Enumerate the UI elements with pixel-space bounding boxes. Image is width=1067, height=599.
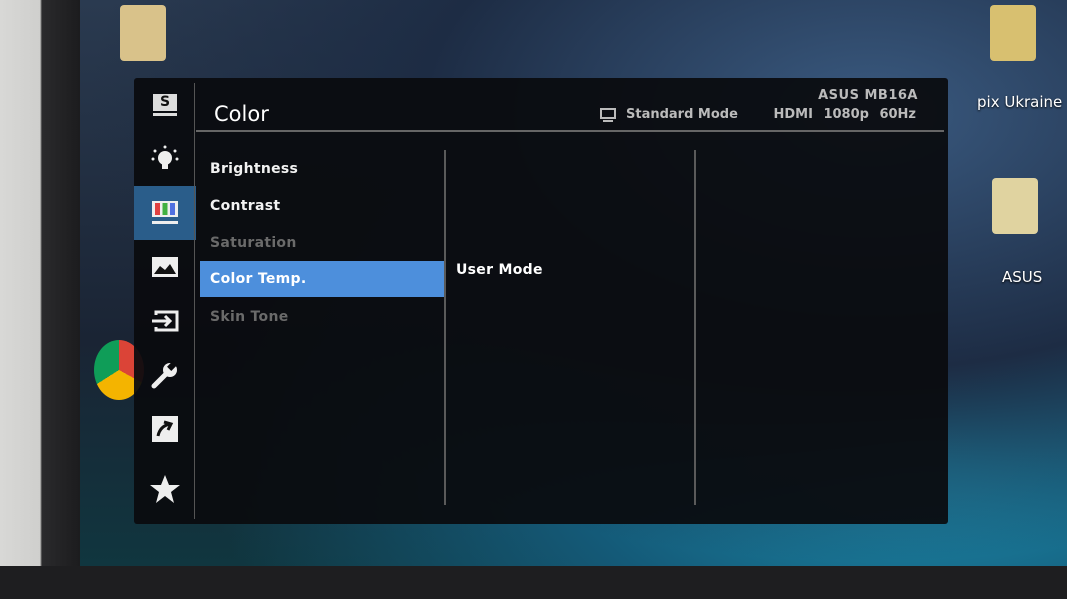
menu-item-saturation: Saturation <box>210 235 297 251</box>
osd-menu: S Color ASUS MB16A Standard Mode HDMI 10… <box>134 78 948 524</box>
monitor-model: ASUS MB16A <box>818 88 918 103</box>
sidebar-item-input-select[interactable] <box>134 294 196 348</box>
page-title: Color <box>214 102 269 126</box>
color-icon <box>152 201 178 224</box>
menu-item-color-temp[interactable]: Color Temp. <box>200 261 444 297</box>
splendid-icon: S <box>153 94 177 116</box>
menu-item-contrast[interactable]: Contrast <box>200 188 444 224</box>
sidebar-item-splendid[interactable]: S <box>134 78 196 132</box>
monitor-bezel-bottom <box>0 566 1067 599</box>
blue-light-filter-icon <box>151 145 179 169</box>
sidebar-item-image[interactable] <box>134 240 196 294</box>
folder-icon[interactable] <box>992 178 1038 234</box>
shortcut-icon <box>152 416 178 442</box>
submenu-option-user-mode[interactable]: User Mode <box>456 262 543 278</box>
menu-item-brightness[interactable]: Brightness <box>200 151 444 187</box>
column-divider <box>694 150 696 505</box>
my-favorite-icon <box>150 475 180 503</box>
header-divider <box>196 130 944 132</box>
system-setup-icon <box>151 361 177 389</box>
menu-item-skin-tone: Skin Tone <box>210 309 289 325</box>
sidebar-divider <box>194 83 195 519</box>
sidebar-item-color[interactable] <box>134 186 196 240</box>
column-divider <box>444 150 446 505</box>
signal-info: HDMI 1080p 60Hz <box>773 107 916 122</box>
input-select-icon <box>152 310 179 332</box>
current-mode: Standard Mode <box>600 107 738 122</box>
osd-sidebar: S <box>134 78 196 524</box>
image-icon <box>152 257 178 277</box>
folder-icon[interactable] <box>990 5 1036 61</box>
sidebar-item-system-setup[interactable] <box>134 348 196 402</box>
sidebar-item-my-favorite[interactable] <box>134 462 196 516</box>
monitor-bezel-left <box>0 0 80 599</box>
desktop-icon-label[interactable]: pix Ukraine <box>977 93 1062 111</box>
mode-label: Standard Mode <box>626 107 738 122</box>
splendid-glyph: S <box>153 94 177 111</box>
desktop-icon[interactable] <box>120 5 166 61</box>
sidebar-item-shortcut[interactable] <box>134 402 196 456</box>
sidebar-item-blue-light[interactable] <box>134 132 196 186</box>
desktop-icon-label[interactable]: ASUS <box>1002 268 1042 286</box>
monitor-icon <box>600 107 616 122</box>
